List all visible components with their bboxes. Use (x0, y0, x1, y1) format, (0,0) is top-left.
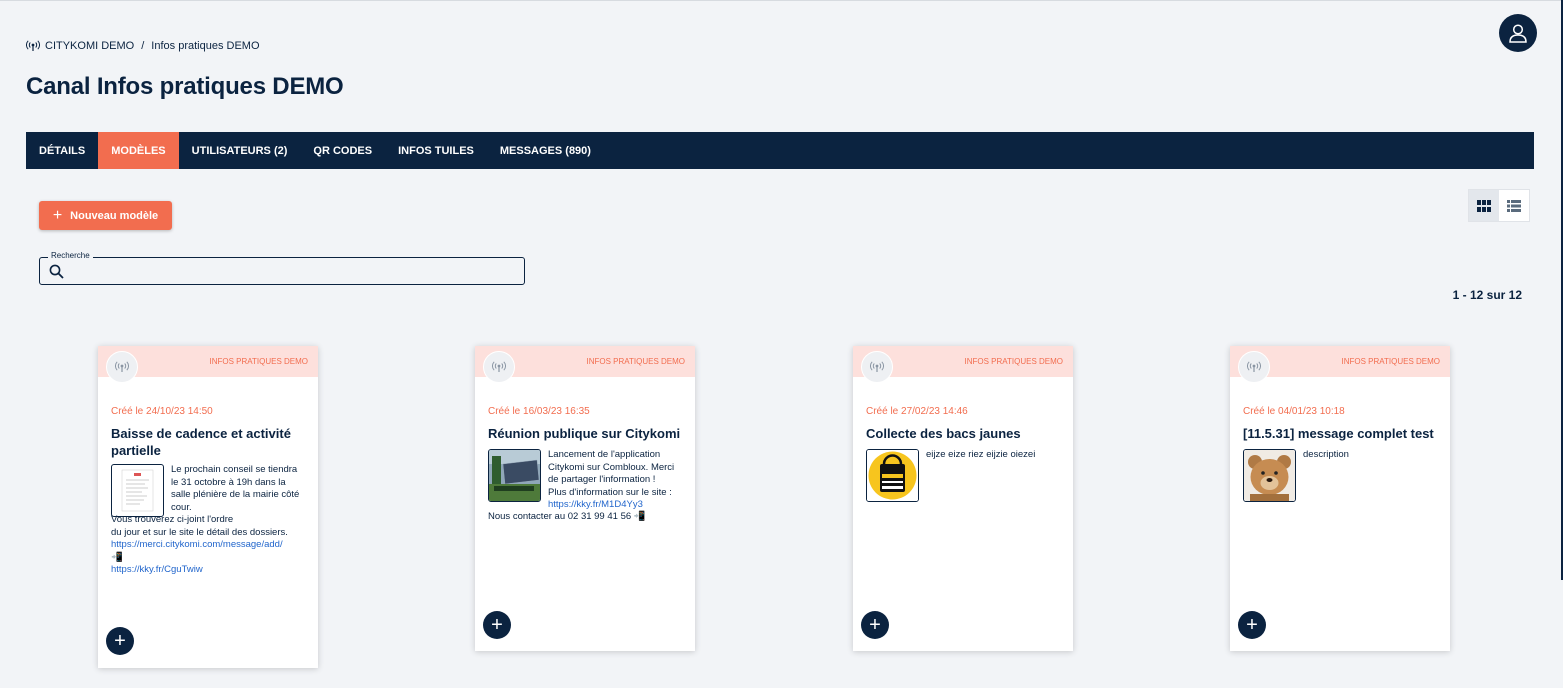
plus-icon: + (114, 630, 126, 652)
pagination-info: 1 - 12 sur 12 (1452, 288, 1522, 302)
plus-icon: + (491, 614, 503, 636)
model-card[interactable]: INFOS PRATIQUES DEMO Créé le 24/10/23 14… (98, 346, 318, 668)
card-link[interactable]: https://kky.fr/M1D4Yy3 (548, 499, 643, 510)
grid-icon (1477, 199, 1491, 212)
plus-icon: + (869, 614, 881, 636)
broadcast-icon (861, 351, 893, 383)
add-button[interactable]: + (861, 611, 889, 639)
add-button[interactable]: + (483, 611, 511, 639)
model-card[interactable]: INFOS PRATIQUES DEMO Créé le 04/01/23 10… (1230, 346, 1450, 651)
card-date: Créé le 16/03/23 16:35 (488, 406, 590, 417)
broadcast-icon (106, 351, 138, 383)
page-title: Canal Infos pratiques DEMO (26, 73, 344, 100)
search-label: Recherche (48, 251, 93, 260)
desc-line: Lancement de l'application (548, 449, 661, 460)
card-date: Créé le 27/02/23 14:46 (866, 406, 968, 417)
card-link[interactable]: https://kky.fr/CguTwiw (111, 564, 203, 575)
card-channel-name: INFOS PRATIQUES DEMO (1341, 357, 1440, 366)
card-channel-name: INFOS PRATIQUES DEMO (586, 357, 685, 366)
card-channel-name: INFOS PRATIQUES DEMO (209, 357, 308, 366)
tab-details[interactable]: DÉTAILS (26, 132, 98, 169)
user-avatar-button[interactable] (1499, 14, 1537, 52)
model-card[interactable]: INFOS PRATIQUES DEMO Créé le 16/03/23 16… (475, 346, 695, 651)
model-card[interactable]: INFOS PRATIQUES DEMO Créé le 27/02/23 14… (853, 346, 1073, 651)
plus-icon: + (52, 206, 63, 224)
breadcrumb: CITYKOMI DEMO / Infos pratiques DEMO (26, 40, 260, 52)
card-thumbnail-teddy-bear (1243, 449, 1296, 502)
broadcast-icon (26, 40, 40, 51)
card-link[interactable]: https://merci.citykomi.com/message/add/ (111, 539, 283, 550)
card-thumbnail-yellow-bin-sticker (866, 449, 919, 502)
card-description-more: Nous contacter au 02 31 99 41 56 📲 (488, 511, 646, 522)
new-model-button[interactable]: + Nouveau modèle (39, 201, 172, 230)
desc-line: Vous trouverez ci-joint l'ordre (111, 514, 234, 525)
list-view-button[interactable] (1499, 190, 1529, 221)
tab-tile-info[interactable]: INFOS TUILES (385, 132, 487, 169)
search-field[interactable]: Recherche (39, 251, 525, 285)
desc-line: le 31 octobre à 19h dans la (171, 476, 286, 488)
tab-messages[interactable]: MESSAGES (890) (487, 132, 604, 169)
card-description: description (1303, 449, 1349, 460)
card-description: Le prochain conseil se tiendra le 31 oct… (171, 464, 304, 514)
tab-bar: DÉTAILS MODÈLES UTILISATEURS (2) QR CODE… (26, 132, 1534, 169)
view-toggle (1468, 189, 1530, 222)
plus-icon: + (1246, 614, 1258, 636)
breadcrumb-current: Infos pratiques DEMO (151, 40, 260, 52)
search-input[interactable] (70, 260, 514, 282)
card-title: Réunion publique sur Citykomi (488, 426, 681, 441)
card-description-more: Vous trouverez ci-joint l'ordre du jour … (111, 514, 311, 577)
search-icon (49, 264, 64, 279)
card-description: Lancement de l'application Citykomi sur … (548, 449, 681, 512)
card-thumbnail-document (111, 464, 164, 517)
card-title: [11.5.31] message complet test (1243, 426, 1434, 441)
tab-qr-codes[interactable]: QR CODES (300, 132, 385, 169)
breadcrumb-separator: / (141, 40, 145, 52)
card-description: eijze eize riez eijzie oiezei (926, 449, 1036, 460)
user-icon (1509, 24, 1527, 43)
list-icon (1507, 199, 1521, 212)
card-channel-name: INFOS PRATIQUES DEMO (964, 357, 1063, 366)
broadcast-icon (1238, 351, 1270, 383)
desc-line: salle plénière de la mairie côté (171, 489, 300, 500)
add-button[interactable]: + (106, 627, 134, 655)
card-title: Baisse de cadence et activité partielle (111, 426, 291, 458)
breadcrumb-root[interactable]: CITYKOMI DEMO (45, 40, 134, 52)
tab-models[interactable]: MODÈLES (98, 132, 179, 169)
card-date: Créé le 24/10/23 14:50 (111, 406, 213, 417)
desc-line: cour. (171, 501, 192, 513)
broadcast-icon (483, 351, 515, 383)
grid-view-button[interactable] (1469, 190, 1499, 221)
desc-line: de partager l'information ! (548, 474, 656, 485)
new-model-label: Nouveau modèle (70, 209, 159, 222)
phone-emoji: 📲 (111, 551, 123, 563)
desc-line: du jour et sur le site le détail des dos… (111, 526, 288, 538)
card-date: Créé le 04/01/23 10:18 (1243, 406, 1345, 417)
card-thumbnail-solar-panels (488, 449, 541, 502)
tab-users[interactable]: UTILISATEURS (2) (179, 132, 301, 169)
desc-line: Le prochain conseil se tiendra (171, 464, 298, 475)
desc-line: Citykomi sur Combloux. Merci (548, 461, 675, 473)
add-button[interactable]: + (1238, 611, 1266, 639)
card-title: Collecte des bacs jaunes (866, 426, 1021, 441)
desc-line: Plus d'information sur le site : (548, 486, 672, 498)
top-border (0, 0, 1563, 1)
